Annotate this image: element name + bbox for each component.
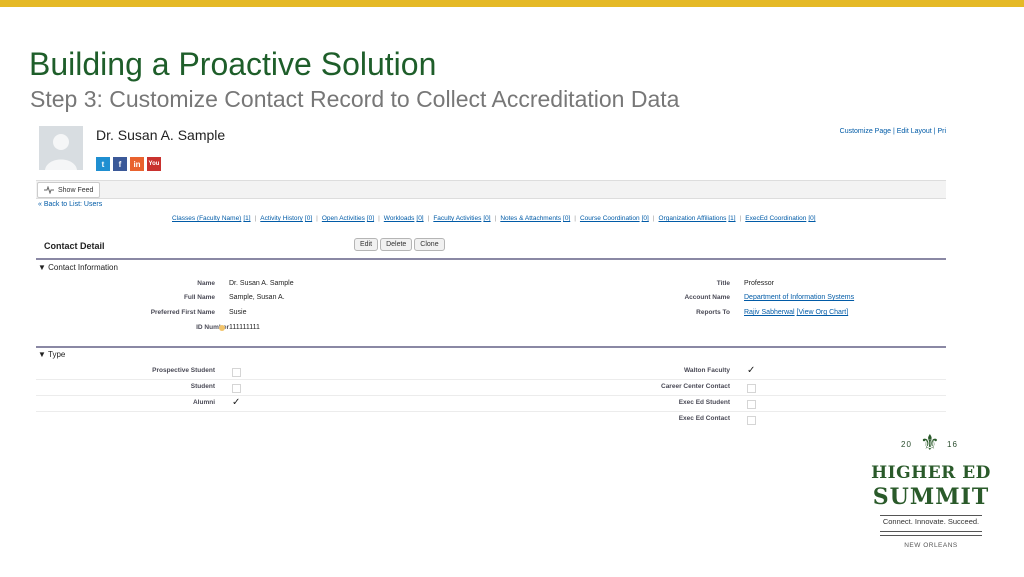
youtube-icon[interactable]: You — [147, 157, 161, 171]
contact-information-header[interactable]: ▼ Contact Information — [38, 263, 118, 272]
related-link-separator: | — [574, 215, 576, 222]
field-label-exec-ed-contact: Exec Ed Contact — [678, 415, 730, 422]
person-placeholder-icon — [45, 134, 77, 170]
related-list-count: [0] — [641, 215, 649, 222]
avatar — [39, 126, 83, 170]
related-link-separator: | — [494, 215, 497, 222]
field-label-walton-faculty: Walton Faculty — [684, 367, 730, 374]
field-value-name: Dr. Susan A. Sample — [229, 280, 294, 287]
linkedin-icon[interactable]: in — [130, 157, 144, 171]
logo-line1: HIGHER ED — [871, 463, 991, 483]
logo-year-left: 20 — [901, 440, 912, 449]
field-label-full-name: Full Name — [183, 294, 215, 301]
facebook-icon[interactable]: f — [113, 157, 127, 171]
career-center-contact-checkbox — [747, 384, 756, 393]
row-divider — [36, 411, 946, 412]
exec-ed-contact-checkbox — [747, 416, 756, 425]
field-value-full-name: Sample, Susan A. — [229, 294, 285, 301]
fleur-de-lis-icon: ⚜ — [920, 430, 940, 455]
delete-button[interactable]: Delete — [380, 238, 413, 251]
section-divider — [36, 258, 946, 260]
feed-bar: Show Feed — [36, 180, 946, 199]
field-label-account-name: Account Name — [684, 294, 730, 301]
twitter-icon[interactable]: t — [96, 157, 110, 171]
higher-ed-summit-logo: 20 ⚜ 16 HIGHER ED SUMMIT Connect. Innova… — [864, 430, 998, 556]
feed-icon — [44, 186, 54, 194]
slide-title: Building a Proactive Solution — [29, 46, 437, 82]
field-label-prospective-student: Prospective Student — [152, 367, 215, 374]
help-icon[interactable] — [219, 325, 225, 331]
related-list-link[interactable]: Classes (Faculty Name) — [172, 215, 241, 222]
detail-buttons: Edit Delete Clone — [354, 238, 445, 251]
top-accent-bar — [0, 0, 1024, 7]
clone-button[interactable]: Clone — [414, 238, 445, 251]
field-label-student: Student — [190, 383, 215, 390]
field-label-name: Name — [197, 280, 215, 287]
logo-year-right: 16 — [947, 440, 958, 449]
field-label-exec-ed-student: Exec Ed Student — [678, 399, 730, 406]
related-list-link[interactable]: ExecEd Coordination — [745, 215, 806, 222]
contact-record-screenshot: Dr. Susan A. Sample t f in You Customize… — [36, 122, 946, 432]
related-list-link[interactable]: Organization Affiliations — [659, 215, 727, 222]
related-list-link[interactable]: Workloads — [384, 215, 415, 222]
logo-rule — [880, 515, 982, 516]
contact-name: Dr. Susan A. Sample — [96, 127, 226, 143]
type-section-header[interactable]: ▼ Type — [38, 350, 65, 359]
walton-faculty-check-icon: ✓ — [747, 365, 756, 376]
field-label-career-center-contact: Career Center Contact — [661, 383, 730, 390]
related-list-link[interactable]: Open Activities — [322, 215, 365, 222]
prospective-student-checkbox — [232, 368, 241, 377]
field-label-reports-to: Reports To — [696, 309, 730, 316]
related-list-count: [1] — [728, 215, 736, 222]
related-link-separator: | — [427, 215, 430, 222]
related-link-separator: | — [254, 215, 257, 222]
related-list-count: [0] — [483, 215, 491, 222]
account-name-link[interactable]: Department of Information Systems — [744, 294, 854, 301]
show-feed-label: Show Feed — [58, 186, 94, 194]
student-checkbox — [232, 384, 241, 393]
field-label-title: Title — [716, 280, 730, 287]
related-list-count: [0] — [416, 215, 424, 222]
related-list-link[interactable]: Activity History — [260, 215, 303, 222]
related-link-separator: | — [652, 215, 655, 222]
related-link-separator: | — [316, 215, 318, 222]
related-list-links: Classes (Faculty Name) [1] | Activity Histo… — [172, 215, 816, 222]
social-links: t f in You — [96, 157, 161, 171]
field-value-preferred-first-name: Susie — [229, 309, 247, 316]
row-divider — [36, 379, 946, 380]
related-list-count: [0] — [563, 215, 571, 222]
logo-line2: SUMMIT — [872, 484, 990, 510]
page-actions-links[interactable]: Customize Page | Edit Layout | Pri — [840, 128, 946, 135]
view-org-chart-link[interactable]: [View Org Chart] — [797, 309, 849, 316]
logo-city: NEW ORLEANS — [904, 542, 958, 549]
related-list-link[interactable]: Faculty Activities — [433, 215, 481, 222]
logo-rule — [880, 531, 982, 532]
exec-ed-student-checkbox — [747, 400, 756, 409]
field-value-title: Professor — [744, 280, 774, 287]
contact-detail-title: Contact Detail — [44, 241, 105, 251]
reports-to-link[interactable]: Rajiv Sabherwal — [744, 309, 795, 316]
logo-tagline: Connect. Innovate. Succeed. — [882, 517, 980, 526]
back-to-list-link[interactable]: « Back to List: Users — [38, 201, 102, 208]
field-value-id-number: 111111111 — [229, 324, 260, 331]
related-list-count: [1] — [243, 215, 251, 222]
field-label-preferred-first-name: Preferred First Name — [150, 309, 215, 316]
field-label-alumni: Alumni — [192, 399, 215, 406]
related-list-link[interactable]: Notes & Attachments — [500, 215, 561, 222]
slide-subtitle: Step 3: Customize Contact Record to Coll… — [30, 86, 680, 112]
related-list-link[interactable]: Course Coordination — [580, 215, 640, 222]
related-link-separator: | — [378, 215, 380, 222]
logo-rule — [880, 535, 982, 536]
alumni-check-icon: ✓ — [232, 397, 241, 408]
related-link-separator: | — [739, 215, 742, 222]
row-divider — [36, 395, 946, 396]
related-list-count: [0] — [366, 215, 375, 222]
related-list-count: [0] — [304, 215, 313, 222]
show-feed-button[interactable]: Show Feed — [37, 182, 101, 198]
related-list-count: [0] — [808, 215, 816, 222]
edit-button[interactable]: Edit — [354, 238, 379, 251]
section-divider — [36, 346, 946, 348]
